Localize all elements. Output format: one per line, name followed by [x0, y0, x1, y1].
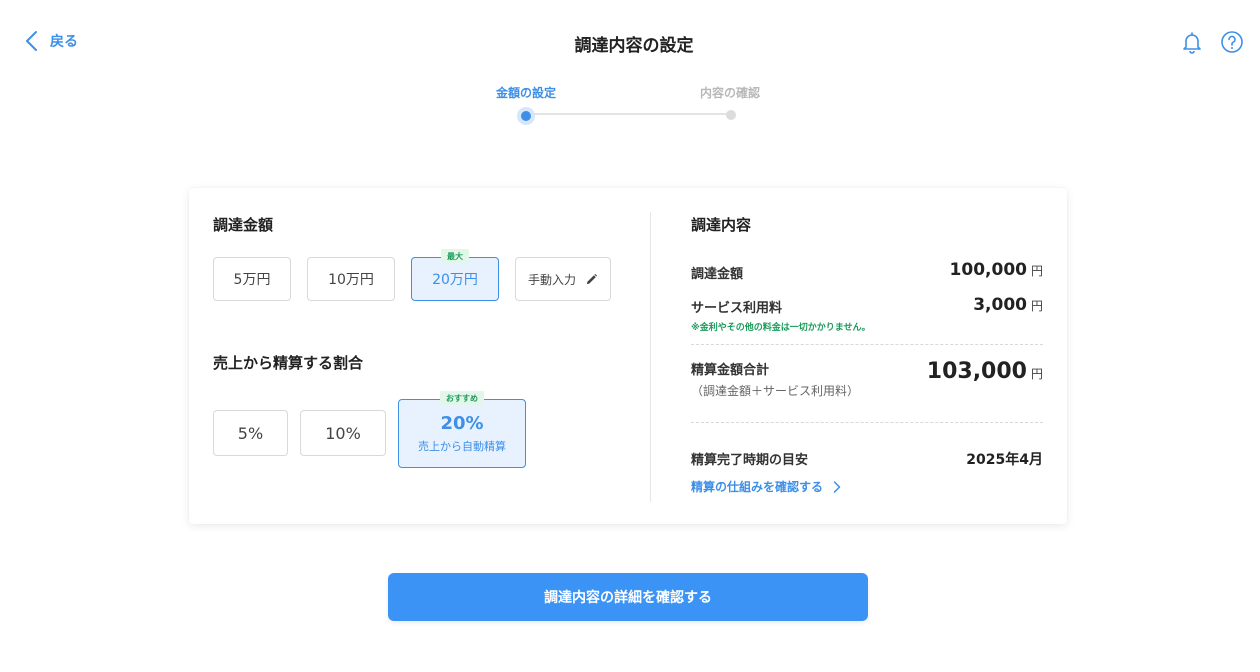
total-row-value: 103,000 円: [927, 359, 1043, 384]
total-value: 103,000: [926, 359, 1027, 384]
recommended-badge: おすすめ: [440, 391, 484, 405]
max-badge: 最大: [441, 249, 469, 263]
app-header: 戻る 調達内容の設定: [0, 0, 1260, 84]
confirm-details-button[interactable]: 調達内容の詳細を確認する: [388, 573, 868, 621]
amount-value: 100,000: [949, 260, 1027, 280]
step-amount-label: 金額の設定: [495, 86, 557, 100]
fee-row-value: 3,000 円: [973, 295, 1043, 315]
notification-button[interactable]: [1180, 30, 1204, 54]
total-row-label: 精算金額合計: [691, 363, 770, 378]
ratio-option-5[interactable]: 5%: [213, 410, 288, 456]
total-unit: 円: [1030, 367, 1043, 381]
settings-card: 調達金額 5万円 10万円 20万円 最大 手動入力 売上から精算する割合 5%…: [189, 188, 1067, 524]
amount-row-value: 100,000 円: [950, 260, 1043, 280]
completion-label: 精算完了時期の目安: [691, 453, 809, 468]
manual-input-label: 手動入力: [527, 272, 576, 287]
step-dot-inactive: [726, 110, 736, 120]
amount-unit: 円: [1030, 264, 1043, 278]
fee-note: ※金利やその他の料金は一切かかりません。: [691, 323, 871, 333]
ratio-option-20-sublabel: 売上から自動精算: [418, 440, 506, 453]
help-button[interactable]: [1220, 30, 1244, 54]
vertical-divider: [650, 212, 651, 502]
page-title: 調達内容の設定: [574, 36, 694, 56]
ratio-option-10[interactable]: 10%: [300, 410, 386, 456]
dashed-divider: [691, 344, 1043, 345]
dashed-divider: [691, 422, 1043, 423]
ratio-option-20-label: 20%: [440, 413, 484, 434]
settlement-info-link-label: 精算の仕組みを確認する: [691, 480, 824, 494]
total-sub-label: （調達金額＋サービス利用料）: [691, 384, 860, 398]
fee-row-label: サービス利用料: [691, 301, 783, 316]
ratio-section-title: 売上から精算する割合: [213, 354, 364, 372]
step-dot-active: [517, 107, 535, 125]
fee-unit: 円: [1030, 299, 1043, 313]
amount-row-label: 調達金額: [691, 267, 744, 282]
amount-option-50k[interactable]: 5万円: [213, 257, 291, 301]
pencil-icon: [586, 273, 598, 284]
help-icon: [1221, 31, 1243, 53]
progress-stepper: 金額の設定 内容の確認: [0, 84, 1260, 125]
amount-option-200k[interactable]: 20万円: [411, 257, 499, 301]
summary-title: 調達内容: [691, 216, 752, 234]
settlement-info-link[interactable]: 精算の仕組みを確認する: [691, 478, 841, 495]
chevron-right-icon: [833, 480, 841, 493]
step-confirm-label: 内容の確認: [699, 86, 761, 100]
amount-option-100k[interactable]: 10万円: [307, 257, 395, 301]
amount-section-title: 調達金額: [213, 216, 274, 234]
completion-value: 2025年4月: [966, 452, 1043, 468]
bell-icon: [1183, 32, 1201, 54]
manual-input-button[interactable]: 手動入力: [515, 257, 611, 301]
step-connector: [526, 113, 731, 115]
fee-value: 3,000: [973, 295, 1027, 315]
ratio-option-20[interactable]: 20% 売上から自動精算: [398, 399, 526, 468]
